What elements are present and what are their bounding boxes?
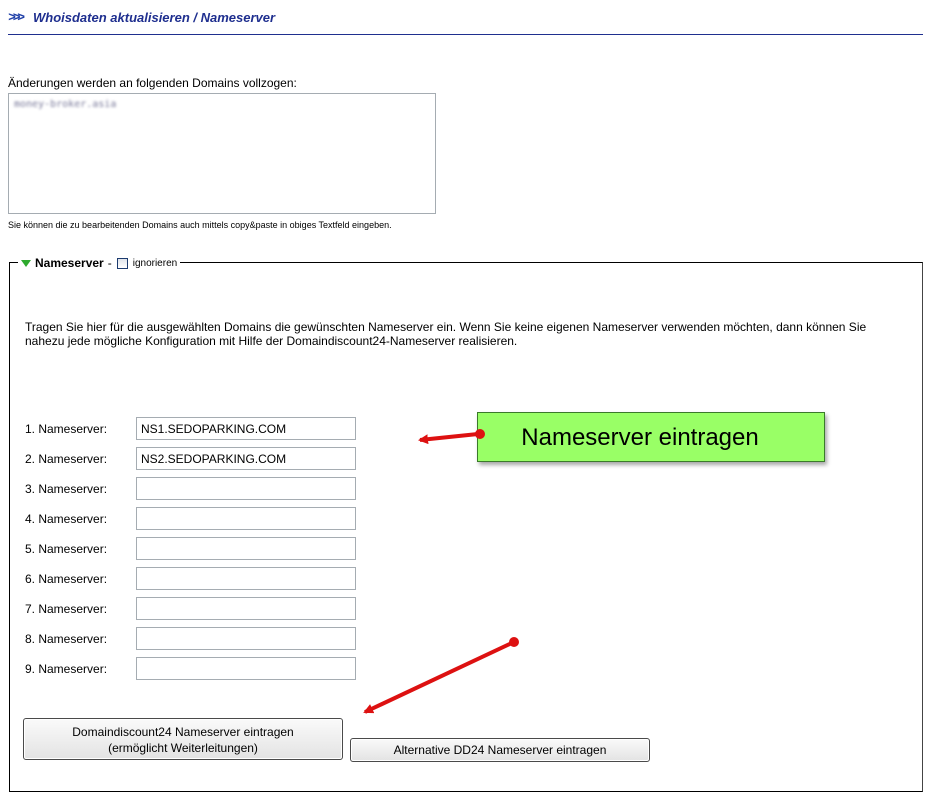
dd24-button-label: Domaindiscount24 Nameserver eintragen — [72, 725, 294, 739]
arrow-to-dd24-button — [363, 637, 519, 714]
dd24-nameserver-button[interactable]: Domaindiscount24 Nameserver eintragen (e… — [23, 718, 343, 760]
annotation-arrows — [363, 429, 519, 714]
dd24-button-sublabel: (ermöglicht Weiterleitungen) — [108, 741, 258, 755]
arrow-to-inputs — [418, 429, 485, 445]
alternative-dd24-nameserver-button[interactable]: Alternative DD24 Nameserver eintragen — [350, 738, 650, 762]
